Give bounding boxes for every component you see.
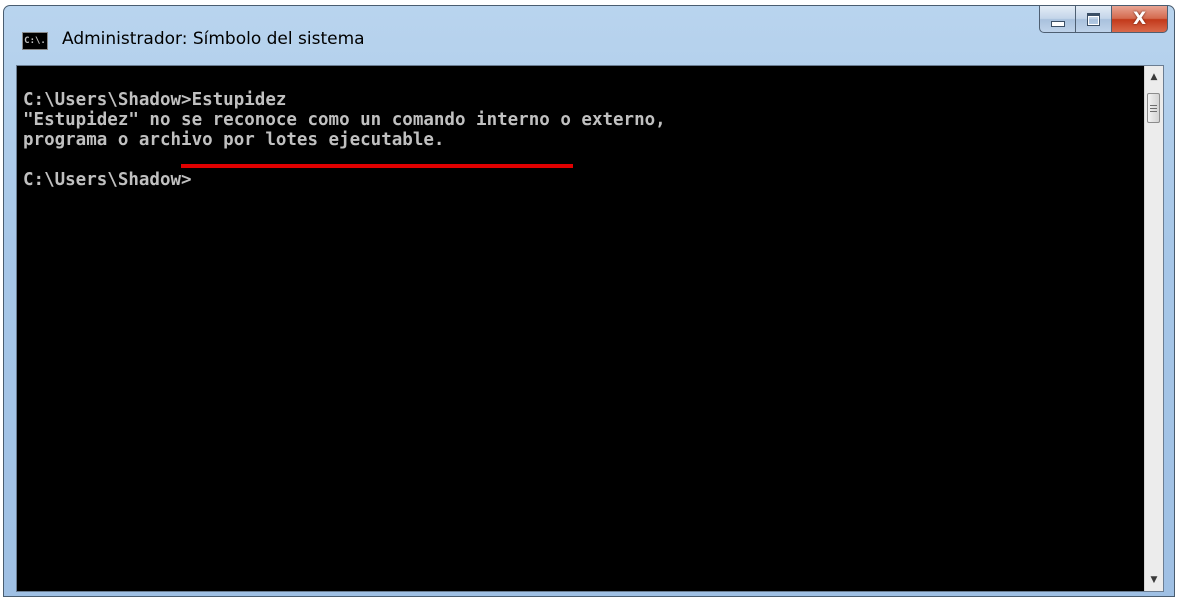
maximize-button[interactable] xyxy=(1076,6,1112,33)
console-prompt-line: C:\Users\Shadow> xyxy=(23,170,192,190)
cmd-icon[interactable]: C:\. xyxy=(22,32,48,50)
console-client-area: C:\Users\Shadow>Estupidez "Estupidez" no … xyxy=(16,65,1164,592)
scroll-up-arrow-icon[interactable]: ▲ xyxy=(1145,68,1163,86)
minimize-icon xyxy=(1050,20,1065,27)
caption-buttons: X xyxy=(1039,6,1168,33)
grip-line xyxy=(1150,104,1157,106)
close-icon: X xyxy=(1132,9,1147,29)
grip-line xyxy=(1150,107,1157,109)
window-title: Administrador: Símbolo del sistema xyxy=(62,29,365,49)
cmd-window: C:\. Administrador: Símbolo del sistema … xyxy=(3,5,1175,597)
vertical-scrollbar[interactable]: ▲ ▼ xyxy=(1144,66,1163,591)
minimize-button[interactable] xyxy=(1039,6,1076,33)
scroll-thumb[interactable] xyxy=(1147,93,1160,123)
title-bar[interactable]: C:\. Administrador: Símbolo del sistema … xyxy=(4,6,1174,58)
console-output[interactable]: C:\Users\Shadow>Estupidez "Estupidez" no … xyxy=(17,66,1144,591)
maximize-icon xyxy=(1087,12,1100,26)
console-line: C:\Users\Shadow>Estupidez xyxy=(23,90,287,110)
close-button[interactable]: X xyxy=(1112,6,1168,33)
console-line: "Estupidez" no se reconoce como un coman… xyxy=(23,110,666,130)
console-text: C:\Users\Shadow>Estupidez "Estupidez" no … xyxy=(23,90,666,190)
console-line: programa o archivo por lotes ejecutable. xyxy=(23,130,445,150)
scroll-down-arrow-icon[interactable]: ▼ xyxy=(1145,571,1163,589)
red-underline-annotation xyxy=(181,164,573,168)
grip-line xyxy=(1150,110,1157,112)
